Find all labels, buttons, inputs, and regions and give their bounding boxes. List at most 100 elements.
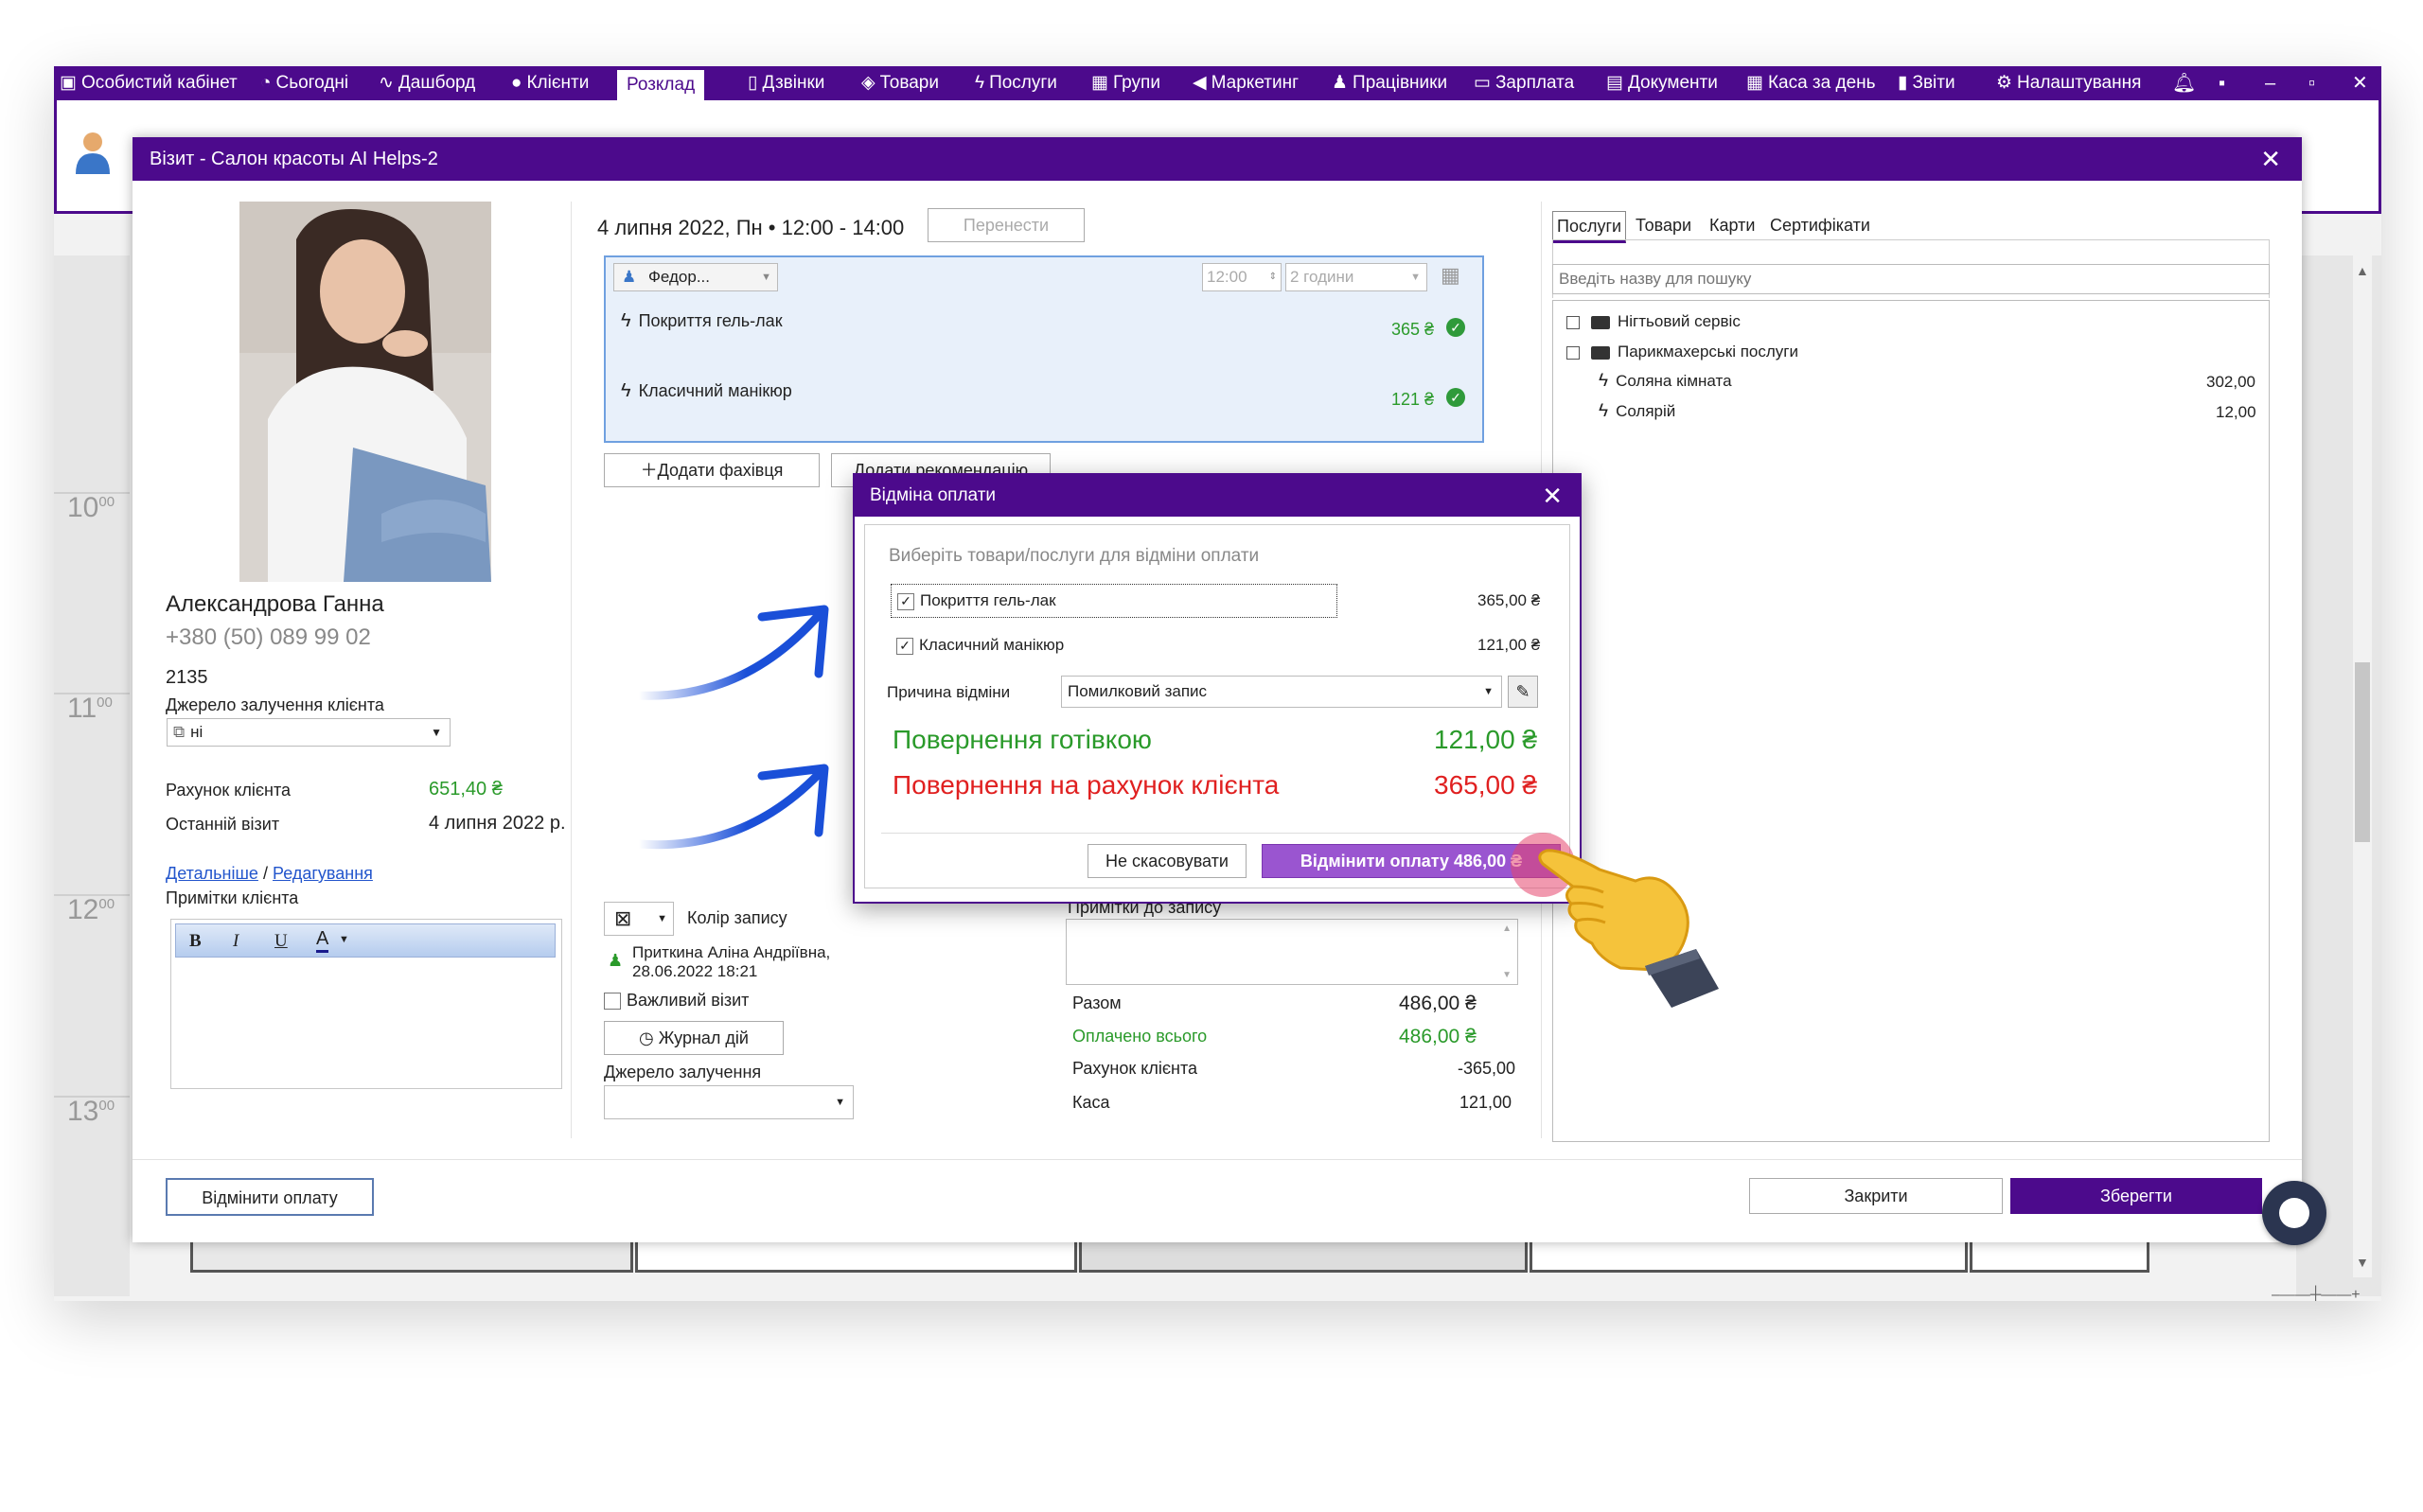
tab-services[interactable]: Послуги: [1552, 211, 1627, 243]
chevron-down-icon: ▼: [1410, 272, 1421, 283]
menu-schedule[interactable]: Розклад: [617, 70, 705, 100]
item-checkbox[interactable]: ✓: [896, 637, 913, 655]
lock-icon[interactable]: ▪: [2219, 66, 2225, 100]
record-color-select[interactable]: ⊠ ▼: [604, 902, 674, 936]
menu-goods[interactable]: ◈ Товари: [861, 66, 939, 100]
start-time-input[interactable]: 12:00 ⇕: [1202, 263, 1282, 291]
client-id: 2135: [166, 667, 208, 688]
client-name: Александрова Ганна: [166, 591, 384, 617]
scroll-down-icon[interactable]: ▼: [2356, 1255, 2369, 1270]
client-phone: +380 (50) 089 99 02: [166, 624, 371, 650]
zoom-slider[interactable]: –——┼——+: [2272, 1287, 2361, 1301]
bar-chart-icon: ▮: [1898, 73, 1908, 93]
menu-dashboard[interactable]: ∿ Дашборд: [379, 66, 475, 100]
restore-icon[interactable]: ▫: [2308, 66, 2315, 100]
last-visit-value: 4 липня 2022 р.: [429, 813, 566, 834]
attraction-source-select[interactable]: ▼: [604, 1085, 854, 1119]
edit-link[interactable]: Редагування: [273, 864, 373, 883]
menu-groups[interactable]: ▦ Групи: [1091, 66, 1160, 100]
record-notes-input[interactable]: ▲ ▼: [1066, 919, 1518, 985]
calendar-icon[interactable]: ▦: [1441, 263, 1460, 288]
tree-service-row[interactable]: ϟ Солярій: [1599, 401, 1675, 422]
menu-marketing[interactable]: ◀ Маркетинг: [1193, 66, 1299, 100]
attraction-source-label: Джерело залучення: [604, 1063, 762, 1081]
menu-cash-day[interactable]: ▦ Каса за день: [1746, 66, 1876, 100]
bold-icon[interactable]: B: [189, 931, 202, 952]
tab-cards[interactable]: Карти: [1706, 211, 1759, 239]
close-window-icon[interactable]: ✕: [2352, 66, 2368, 100]
edit-pencil-icon[interactable]: ✎: [1508, 676, 1538, 708]
menu-clients[interactable]: ● Клієнти: [511, 66, 589, 100]
scroll-up-icon: ▲: [1502, 923, 1512, 934]
bell-icon[interactable]: 🔔︎: [2172, 66, 2196, 100]
menu-calls[interactable]: ▯ Дзвінки: [748, 66, 824, 100]
client-source-select[interactable]: ⧉ ні ▼: [167, 718, 451, 747]
service-row[interactable]: ϟ Класичний манікюр: [621, 380, 792, 402]
lightning-icon: ϟ: [1599, 401, 1609, 421]
lightning-icon: ϟ: [621, 310, 631, 331]
group-icon: ▦: [1091, 73, 1108, 93]
service-search-input[interactable]: [1552, 264, 2270, 294]
paid-label: Оплачено всього: [1072, 1027, 1208, 1046]
expand-icon[interactable]: [1566, 345, 1580, 360]
menu-salary[interactable]: ▭ Зарплата: [1474, 66, 1574, 100]
dont-cancel-button[interactable]: Не скасовувати: [1088, 844, 1247, 878]
total-label: Разом: [1072, 993, 1122, 1012]
created-by: Приткина Аліна Андріївна,: [632, 943, 831, 961]
tab-certificates[interactable]: Сертифікати: [1766, 211, 1874, 239]
service-price: 121 ₴: [1391, 390, 1435, 409]
minimize-icon[interactable]: –: [2265, 66, 2275, 100]
visit-dialog-titlebar: Візит - Салон красоты AI Helps-2 ✕: [133, 137, 2302, 181]
italic-icon[interactable]: I: [233, 931, 239, 952]
tree-service-row[interactable]: ϟ Соляна кімната: [1599, 371, 1732, 392]
more-details-link[interactable]: Детальніше: [166, 864, 258, 883]
client-links: Детальніше / Редагування: [166, 864, 373, 883]
important-checkbox[interactable]: Важливий візит: [604, 991, 749, 1011]
menu-settings[interactable]: ⚙ Налаштування: [1996, 66, 2141, 100]
hour-label: 1200: [67, 894, 115, 925]
expand-icon[interactable]: [1566, 315, 1580, 329]
menu-documents[interactable]: ▤ Документи: [1606, 66, 1718, 100]
scroll-thumb[interactable]: [2355, 662, 2370, 842]
tree-folder-row[interactable]: Парикмахерські послуги: [1566, 343, 1798, 361]
menu-employees[interactable]: ♟ Працівники: [1332, 66, 1447, 100]
add-specialist-button[interactable]: ＋Додати фахівця: [604, 453, 820, 487]
action-log-button[interactable]: ◷ Журнал дій: [604, 1021, 784, 1055]
client-notes-editor[interactable]: B I U A ▼: [170, 919, 562, 1089]
underline-icon[interactable]: U: [274, 931, 288, 952]
service-price: 365 ₴: [1391, 320, 1435, 339]
cancel-payment-button[interactable]: Відмінити оплату: [166, 1178, 374, 1216]
move-button[interactable]: Перенести: [928, 208, 1085, 242]
chat-widget-button[interactable]: [2262, 1181, 2326, 1245]
cancel-item-row[interactable]: ✓ Класичний манікюр: [896, 636, 1064, 655]
chevron-down-icon[interactable]: ▼: [339, 934, 349, 945]
document-icon: ▤: [1606, 73, 1623, 93]
close-icon[interactable]: ✕: [2260, 137, 2281, 181]
lightning-icon: ϟ: [621, 380, 631, 401]
menu-services[interactable]: ϟ Послуги: [975, 66, 1057, 100]
close-button[interactable]: Закрити: [1749, 1178, 2003, 1214]
menu-today[interactable]: ◔ Сьогодні: [260, 66, 348, 100]
save-button[interactable]: Зберегти: [2010, 1178, 2262, 1214]
visit-dialog-title: Візит - Салон красоты AI Helps-2: [150, 149, 438, 169]
cash-refund-label: Повернення готівкою: [893, 725, 1152, 754]
duration-select[interactable]: 2 години ▼: [1285, 263, 1427, 291]
menu-reports[interactable]: ▮ Звіти: [1898, 66, 1955, 100]
item-checkbox[interactable]: ✓: [897, 592, 914, 610]
spinner-icon[interactable]: ⇕: [1269, 264, 1277, 290]
scroll-up-icon[interactable]: ▲: [2356, 263, 2369, 278]
user-circle-icon: ●: [511, 73, 522, 93]
service-row[interactable]: ϟ Покриття гель-лак: [621, 310, 783, 332]
specialist-select[interactable]: ♟ Федор... ▼: [613, 263, 778, 291]
client-account-label: Рахунок клієнта: [166, 781, 292, 800]
cancel-reason-select[interactable]: Помилковий запис ▼: [1061, 676, 1502, 708]
record-color-label: Колір запису: [687, 908, 787, 927]
tab-goods[interactable]: Товари: [1632, 211, 1695, 239]
font-color-icon[interactable]: A: [316, 928, 329, 953]
cancel-item-row[interactable]: ✓ Покриття гель-лак: [891, 584, 1337, 618]
tree-folder-row[interactable]: Нігтьовий сервіс: [1566, 312, 1741, 331]
menu-personal-cabinet[interactable]: ▣ Особистий кабінет: [60, 66, 238, 100]
chevron-down-icon: ▼: [1483, 686, 1494, 697]
close-icon[interactable]: ✕: [1542, 475, 1563, 517]
cash-label: Каса: [1072, 1093, 1110, 1112]
